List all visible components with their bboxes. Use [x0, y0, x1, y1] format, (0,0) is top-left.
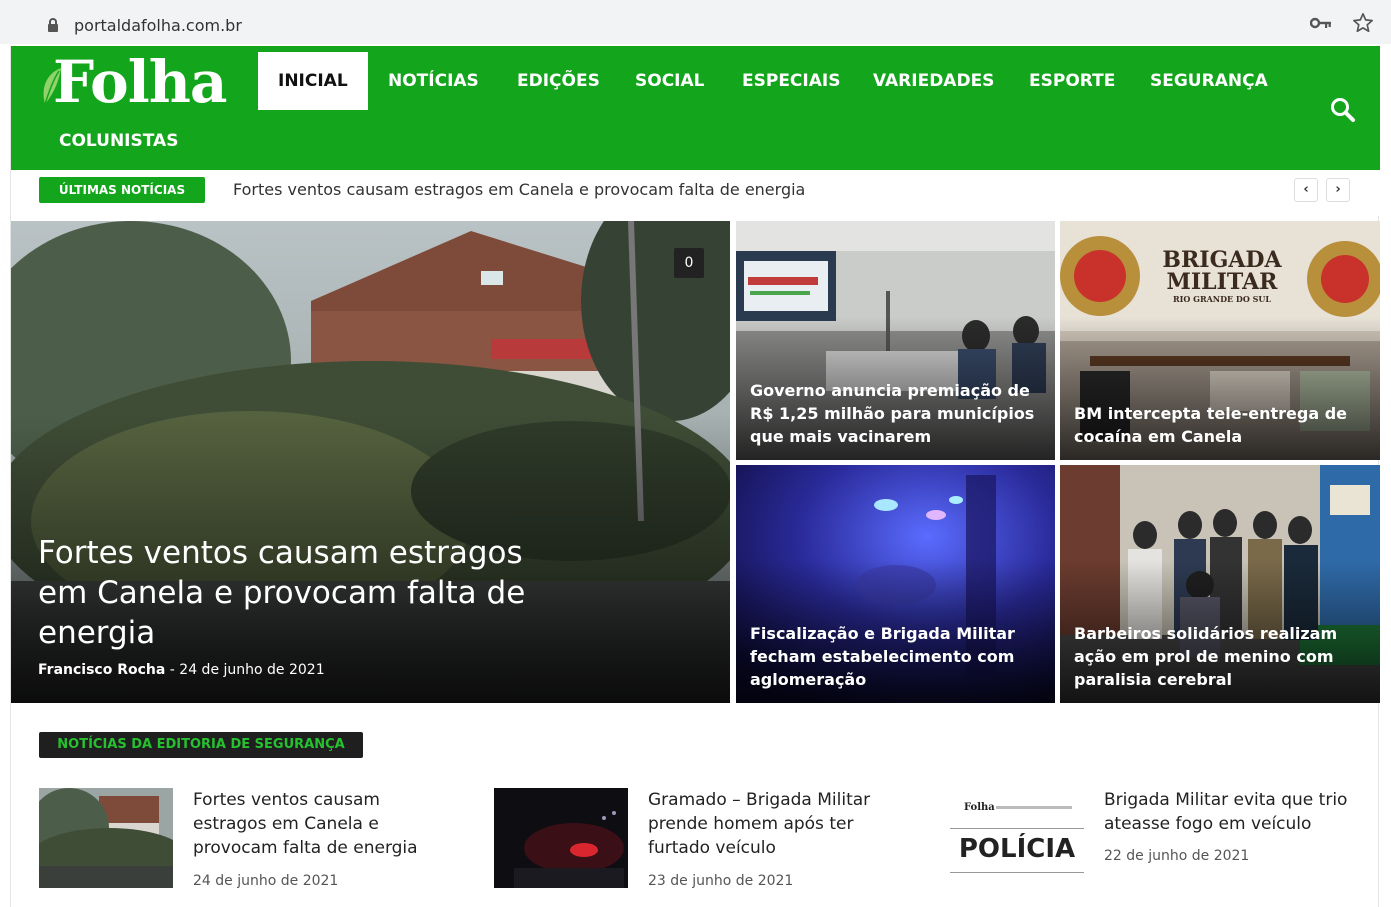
hero-meta: Francisco Rocha - 24 de junho de 2021 [38, 662, 325, 678]
hero-title[interactable]: Fortes ventos causam estragos em Canela … [38, 533, 538, 653]
article-tile[interactable]: Governo anuncia premiação de R$ 1,25 mil… [736, 221, 1055, 460]
prev-arrow-button[interactable]: ‹ [1294, 178, 1318, 202]
hero-author[interactable]: Francisco Rocha [38, 662, 165, 678]
news-card[interactable]: Fortes ventos causam estragos em Canela … [39, 788, 479, 898]
thumb-brand: Folha [964, 802, 995, 813]
nav-seguranca[interactable]: SEGURANÇA [1150, 52, 1268, 110]
meta-separator: - [169, 662, 175, 678]
section-label: NOTÍCIAS DA EDITORIA DE SEGURANÇA [39, 732, 363, 758]
sign-line1: BRIGADA [1162, 247, 1282, 273]
sign-line3: RIO GRANDE DO SUL [1172, 294, 1272, 304]
key-icon[interactable] [1309, 15, 1334, 37]
hero-main-article[interactable]: 0 Fortes ventos causam estragos em Canel… [11, 221, 730, 703]
card-date: 22 de junho de 2021 [1104, 848, 1250, 864]
card-title[interactable]: Brigada Militar evita que trio ateasse f… [1104, 788, 1354, 836]
nav-noticias[interactable]: NOTÍCIAS [388, 52, 479, 110]
site-container: Folha INICIAL NOTÍCIAS EDIÇÕES SOCIAL ES… [10, 46, 1380, 907]
card-title[interactable]: Gramado – Brigada Militar prende homem a… [648, 788, 898, 860]
comment-count-badge[interactable]: 0 [674, 248, 704, 278]
tile-title[interactable]: BM intercepta tele-entrega de cocaína em… [1074, 402, 1368, 448]
breaking-news-bar: ÚLTIMAS NOTÍCIAS Fortes ventos causam es… [11, 170, 1380, 216]
card-date: 24 de junho de 2021 [193, 873, 339, 889]
nav-inicial[interactable]: INICIAL [258, 52, 368, 110]
tile-title[interactable]: Governo anuncia premiação de R$ 1,25 mil… [750, 379, 1043, 448]
nav-esporte[interactable]: ESPORTE [1029, 52, 1115, 110]
sign-line2: MILITAR [1166, 269, 1278, 295]
browser-address-bar: portaldafolha.com.br [0, 0, 1391, 44]
article-tile[interactable]: Fiscalização e Brigada Militar fecham es… [736, 465, 1055, 703]
article-tile[interactable]: Barbeiros solidários realizam ação em pr… [1060, 465, 1380, 703]
brigada-sign: BRIGADA MILITAR RIO GRANDE DO SUL [1160, 249, 1284, 305]
thumb-word: POLÍCIA [958, 834, 1076, 864]
card-title[interactable]: Fortes ventos causam estragos em Canela … [193, 788, 443, 860]
nav-edicoes[interactable]: EDIÇÕES [517, 52, 600, 110]
star-icon[interactable] [1352, 12, 1378, 38]
nav-variedades[interactable]: VARIEDADES [873, 52, 994, 110]
tile-title[interactable]: Barbeiros solidários realizam ação em pr… [1074, 622, 1368, 691]
card-date: 23 de junho de 2021 [648, 873, 794, 889]
breaking-headline[interactable]: Fortes ventos causam estragos em Canela … [233, 180, 805, 199]
url-field[interactable]: portaldafolha.com.br [14, 5, 1376, 39]
logo-text: Folha [53, 48, 227, 116]
nav-especiais[interactable]: ESPECIAIS [742, 52, 840, 110]
site-header: Folha INICIAL NOTÍCIAS EDIÇÕES SOCIAL ES… [11, 46, 1380, 170]
news-card[interactable]: Gramado – Brigada Militar prende homem a… [494, 788, 934, 898]
article-tile[interactable]: BRIGADA MILITAR RIO GRANDE DO SUL BM int… [1060, 221, 1380, 460]
next-arrow-button[interactable]: › [1326, 178, 1350, 202]
news-card[interactable]: Folha POLÍCIA Brigada Militar evita que … [950, 788, 1390, 898]
card-thumbnail[interactable] [494, 788, 628, 888]
nav-social[interactable]: SOCIAL [635, 52, 705, 110]
breaking-label: ÚLTIMAS NOTÍCIAS [39, 177, 205, 203]
url-text[interactable]: portaldafolha.com.br [74, 16, 242, 35]
hero-date: 24 de junho de 2021 [179, 662, 325, 678]
lock-icon[interactable] [48, 18, 58, 32]
tile-title[interactable]: Fiscalização e Brigada Militar fecham es… [750, 622, 1043, 691]
card-thumbnail[interactable] [39, 788, 173, 888]
card-thumbnail[interactable]: Folha POLÍCIA [950, 788, 1084, 888]
nav-colunistas[interactable]: COLUNISTAS [59, 112, 178, 170]
search-icon[interactable] [1329, 96, 1357, 124]
